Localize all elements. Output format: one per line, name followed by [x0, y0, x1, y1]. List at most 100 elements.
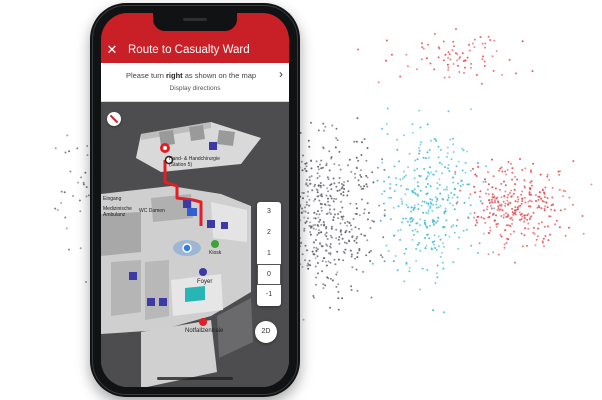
scatter-dot: [336, 250, 339, 253]
scatter-dot: [408, 266, 411, 269]
scatter-dot: [432, 203, 435, 206]
scatter-dot: [405, 174, 407, 177]
scatter-dot: [523, 234, 526, 237]
scatter-dot: [330, 157, 333, 160]
scatter-dot: [410, 206, 413, 209]
close-icon[interactable]: ✕: [102, 42, 122, 58]
scatter-dot: [335, 228, 338, 231]
scatter-dot: [345, 229, 348, 232]
scatter-dot: [342, 184, 345, 187]
scatter-dot: [530, 200, 533, 203]
scatter-dot: [500, 182, 503, 185]
scatter-dot: [354, 226, 357, 229]
scatter-dot: [455, 28, 457, 31]
scatter-dot: [462, 149, 465, 152]
scatter-dot: [464, 171, 467, 174]
chevron-right-icon[interactable]: ›: [279, 67, 283, 81]
scatter-dot: [338, 150, 341, 153]
scatter-dot: [462, 229, 465, 232]
scatter-dot: [305, 170, 308, 172]
scatter-dot: [319, 242, 322, 245]
scatter-dot: [65, 227, 68, 230]
scatter-dot: [475, 175, 478, 177]
scatter-dot: [412, 208, 415, 211]
scatter-dot: [436, 187, 439, 190]
scatter-dot: [82, 181, 85, 184]
scatter-dot: [432, 224, 435, 227]
scatter-dot: [501, 209, 504, 212]
floor-option-2[interactable]: 2: [257, 223, 281, 244]
scatter-dot: [322, 147, 325, 150]
scatter-dot: [76, 147, 79, 150]
scatter-dot: [550, 204, 553, 207]
scatter-dot: [538, 206, 541, 209]
scatter-dot: [325, 227, 327, 230]
scatter-dot: [419, 126, 422, 129]
scatter-dot: [480, 216, 483, 219]
scatter-dot: [326, 244, 329, 247]
scatter-dot: [333, 197, 336, 200]
scatter-dot: [330, 183, 333, 186]
scatter-dot: [350, 255, 353, 258]
scatter-dot: [320, 231, 323, 234]
scatter-dot: [492, 175, 495, 178]
scatter-dot: [582, 232, 585, 235]
scatter-dot: [453, 231, 456, 234]
scatter-dot: [478, 242, 481, 245]
floor-option-1[interactable]: 1: [257, 244, 281, 265]
scatter-dot: [418, 109, 421, 112]
scatter-dot: [363, 185, 366, 188]
scatter-dot: [315, 246, 318, 249]
scatter-dot: [332, 216, 335, 219]
scatter-dot: [496, 222, 499, 225]
scatter-dot: [502, 216, 505, 219]
scatter-dot: [440, 148, 442, 151]
scatter-dot: [399, 238, 402, 241]
scatter-dot: [471, 42, 474, 45]
display-directions-link[interactable]: Display directions: [101, 85, 289, 92]
scatter-dot: [319, 182, 322, 184]
scatter-dot: [482, 55, 485, 58]
map-label-kiosk: Kiosk: [209, 250, 222, 256]
floor-option-3[interactable]: 3: [257, 202, 281, 223]
scatter-dot: [335, 127, 338, 130]
route-title: Route to Casualty Ward: [128, 44, 250, 56]
scatter-dot: [303, 229, 306, 232]
indoor-map[interactable]: Hand- & Handchirurgie (Station 5) Eingan…: [101, 102, 289, 387]
direction-card[interactable]: Please turn right as shown on the map › …: [101, 63, 289, 102]
scatter-dot: [369, 227, 372, 230]
scatter-dot: [493, 199, 496, 202]
scatter-dot: [363, 138, 366, 141]
scatter-dot: [411, 238, 414, 241]
scatter-dot: [401, 202, 404, 205]
scatter-dot: [489, 226, 492, 229]
map-room: [111, 260, 141, 316]
scatter-dot: [500, 215, 503, 217]
floor-option-minus-1[interactable]: -1: [257, 285, 281, 306]
scatter-dot: [308, 198, 311, 201]
scatter-dot: [456, 218, 459, 221]
scatter-dot: [326, 238, 329, 240]
scatter-dot: [419, 143, 422, 146]
scatter-dot: [440, 163, 443, 166]
scatter-dot: [366, 176, 369, 179]
scatter-dot: [316, 262, 319, 264]
scatter-dot: [468, 49, 471, 52]
scatter-dot: [442, 198, 445, 201]
scatter-dot: [450, 158, 453, 161]
scatter-dot: [435, 248, 438, 251]
floor-option-0[interactable]: 0: [257, 264, 281, 286]
scatter-dot: [337, 290, 340, 293]
scatter-dot: [337, 217, 339, 220]
scatter-dot: [371, 262, 374, 265]
scatter-dot: [322, 283, 325, 286]
scatter-dot: [432, 243, 435, 246]
view-2d-button[interactable]: 2D: [255, 321, 277, 343]
scatter-dot: [418, 241, 421, 244]
scatter-dot: [440, 251, 443, 254]
scatter-dot: [416, 243, 419, 246]
compass-icon[interactable]: [107, 112, 121, 126]
scatter-dot: [389, 218, 392, 221]
scatter-dot: [511, 167, 514, 170]
scatter-dot: [445, 219, 448, 222]
